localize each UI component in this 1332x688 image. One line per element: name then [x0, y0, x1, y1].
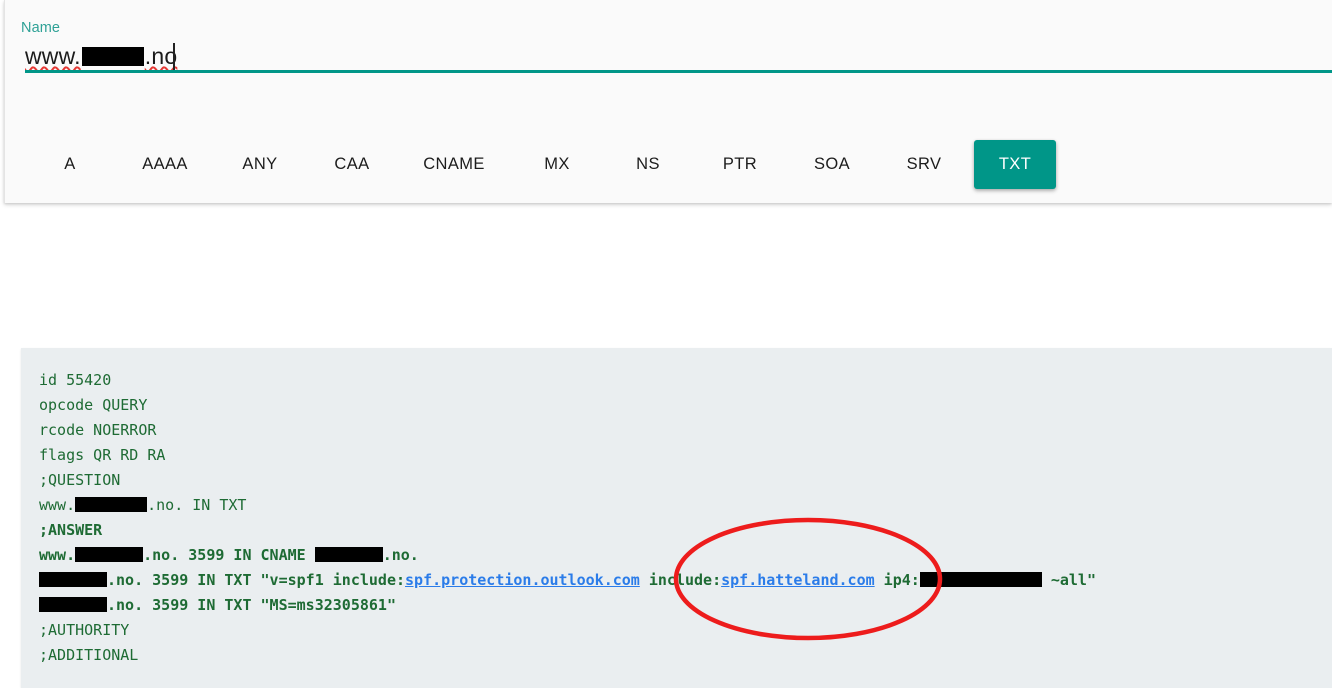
record-type-tab-aaaa[interactable]: AAAA	[142, 138, 188, 190]
record-type-tab-cname[interactable]: CNAME	[423, 138, 485, 190]
ms-txt-middle: .no. 3599 IN TXT "MS=ms32305861"	[107, 596, 396, 614]
result-section-answer: ;ANSWER	[39, 518, 1332, 543]
spf-ip4-prefix: ip4:	[875, 571, 920, 589]
question-name-suffix: .no. IN TXT	[147, 496, 246, 514]
result-record-cname: www. .no. 3599 IN CNAME .no.	[39, 543, 1332, 568]
cname-target-suffix: .no.	[383, 546, 419, 564]
redacted-domain	[75, 497, 147, 512]
input-focus-underline	[25, 70, 1332, 73]
spf-include-link-hatteland[interactable]: spf.hatteland.com	[721, 571, 875, 589]
name-field-group: Name www..no	[21, 20, 1332, 76]
redacted-domain	[39, 572, 107, 587]
record-type-tab-soa[interactable]: SOA	[814, 138, 850, 190]
spf-include-link-outlook[interactable]: spf.protection.outlook.com	[405, 571, 640, 589]
name-field-label: Name	[21, 20, 1332, 37]
result-record-spf: .no. 3599 IN TXT "v=spf1 include:spf.pro…	[39, 568, 1332, 593]
record-type-tab-srv[interactable]: SRV	[907, 138, 942, 190]
redacted-domain	[39, 597, 107, 612]
spf-separator: include:	[640, 571, 721, 589]
dns-result-panel: id 55420opcode QUERYrcode NOERRORflags Q…	[21, 348, 1332, 688]
redacted-ip	[920, 572, 1042, 587]
cname-owner-prefix: www.	[39, 546, 75, 564]
dns-query-card: Name www..no A AAAA ANY CAA CNAME MX NS …	[4, 0, 1332, 203]
record-type-tab-bar: A AAAA ANY CAA CNAME MX NS PTR SOA SRV T…	[5, 138, 1332, 192]
record-type-tab-mx[interactable]: MX	[544, 138, 570, 190]
name-prefix: www.	[25, 43, 81, 69]
result-line-question: www. .no. IN TXT	[39, 493, 1332, 518]
spf-tail: ~all"	[1042, 571, 1096, 589]
redacted-domain	[315, 547, 383, 562]
dns-result-text: id 55420opcode QUERYrcode NOERRORflags Q…	[21, 348, 1332, 668]
record-type-tab-ns[interactable]: NS	[636, 138, 660, 190]
record-type-tab-ptr[interactable]: PTR	[723, 138, 757, 190]
result-section-question: ;QUESTION	[39, 468, 1332, 493]
result-section-additional: ;ADDITIONAL	[39, 643, 1332, 668]
result-line-rcode: rcode NOERROR	[39, 418, 1332, 443]
name-input[interactable]: www..no	[25, 40, 177, 72]
spf-middle: .no. 3599 IN TXT "v=spf1 include:	[107, 571, 405, 589]
record-type-tab-a[interactable]: A	[64, 138, 75, 190]
record-type-tab-txt[interactable]: TXT	[974, 140, 1056, 189]
result-line-id: id 55420	[39, 368, 1332, 393]
question-name-prefix: www.	[39, 496, 75, 514]
cname-middle: .no. 3599 IN CNAME	[143, 546, 315, 564]
result-line-flags: flags QR RD RA	[39, 443, 1332, 468]
result-line-opcode: opcode QUERY	[39, 393, 1332, 418]
redacted-domain	[82, 47, 144, 66]
record-type-tab-caa[interactable]: CAA	[334, 138, 369, 190]
result-section-authority: ;AUTHORITY	[39, 618, 1332, 643]
redacted-domain	[75, 547, 143, 562]
text-cursor	[173, 43, 175, 70]
record-type-tab-any[interactable]: ANY	[242, 138, 277, 190]
result-record-ms-txt: .no. 3599 IN TXT "MS=ms32305861"	[39, 593, 1332, 618]
